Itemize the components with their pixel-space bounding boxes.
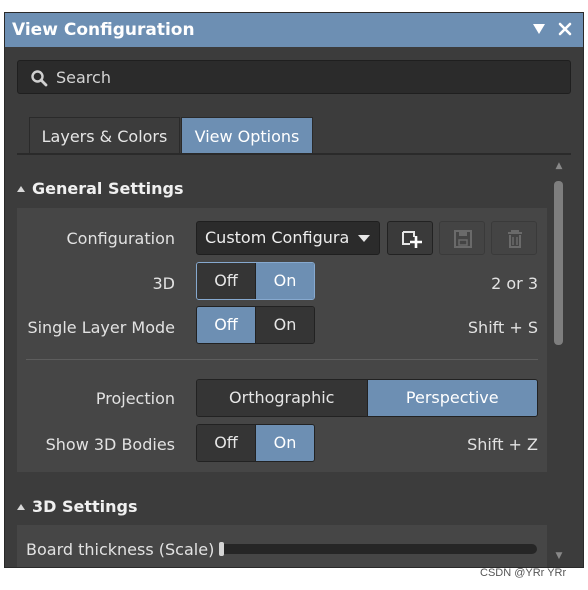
settings-3d-header[interactable]: 3D Settings <box>17 497 138 516</box>
collapse-caret-icon <box>17 186 25 192</box>
vertical-scrollbar[interactable]: ▲ ▼ <box>551 161 567 561</box>
general-settings-title: General Settings <box>32 179 184 198</box>
search-placeholder: Search <box>56 68 111 87</box>
panel-menu-dropdown-icon[interactable] <box>529 18 549 40</box>
add-configuration-button[interactable] <box>387 221 433 255</box>
tab-view-options[interactable]: View Options <box>181 117 313 154</box>
save-icon <box>454 230 472 248</box>
chevron-down-icon <box>358 235 370 242</box>
board-thickness-slider-thumb[interactable] <box>219 542 224 556</box>
single-layer-off[interactable]: Off <box>197 307 255 343</box>
show-3d-bodies-toggle[interactable]: Off On <box>196 424 315 462</box>
mode-3d-on[interactable]: On <box>255 263 314 299</box>
mode-3d-toggle[interactable]: Off On <box>196 262 315 300</box>
show-3d-bodies-on[interactable]: On <box>255 425 314 461</box>
configuration-dropdown[interactable]: Custom Configura <box>196 221 380 255</box>
close-icon[interactable] <box>555 18 575 40</box>
show-3d-bodies-shortcut: Shift + Z <box>467 435 538 454</box>
mode-3d-label: 3D <box>152 274 176 293</box>
settings-divider <box>26 359 538 360</box>
panel-titlebar[interactable]: View Configuration <box>5 13 583 47</box>
tabs-divider <box>17 153 571 155</box>
projection-perspective[interactable]: Perspective <box>366 380 537 416</box>
show-3d-bodies-label: Show 3D Bodies <box>45 435 175 454</box>
board-thickness-label: Board thickness (Scale) <box>26 540 215 559</box>
mode-3d-shortcut: 2 or 3 <box>491 274 538 293</box>
general-settings-header[interactable]: General Settings <box>17 179 184 198</box>
scroll-down-icon[interactable]: ▼ <box>554 551 564 561</box>
tab-layers-colors[interactable]: Layers & Colors <box>29 117 180 154</box>
projection-toggle[interactable]: Orthographic Perspective <box>196 379 538 417</box>
single-layer-mode-toggle[interactable]: Off On <box>196 306 315 344</box>
board-thickness-slider[interactable] <box>219 544 537 554</box>
panel-title: View Configuration <box>12 20 195 40</box>
single-layer-shortcut: Shift + S <box>467 318 538 337</box>
mode-3d-off[interactable]: Off <box>197 263 255 299</box>
view-configuration-panel: View Configuration Search Layers & Color… <box>4 12 584 568</box>
delete-configuration-button[interactable] <box>491 221 537 255</box>
search-icon <box>31 70 48 87</box>
projection-label: Projection <box>95 389 175 408</box>
single-layer-mode-label: Single Layer Mode <box>27 318 175 337</box>
trash-icon <box>508 230 522 248</box>
single-layer-on[interactable]: On <box>255 307 314 343</box>
collapse-caret-icon <box>17 504 25 510</box>
save-configuration-button[interactable] <box>439 221 485 255</box>
show-3d-bodies-off[interactable]: Off <box>197 425 255 461</box>
configuration-label: Configuration <box>66 229 175 248</box>
configuration-value: Custom Configura <box>205 228 350 247</box>
projection-orthographic[interactable]: Orthographic <box>197 380 367 416</box>
watermark: CSDN @YRr YRr <box>480 567 567 579</box>
add-config-icon <box>402 231 422 248</box>
settings-3d-title: 3D Settings <box>32 497 138 516</box>
scroll-up-icon[interactable]: ▲ <box>554 161 564 171</box>
scroll-thumb[interactable] <box>554 181 563 345</box>
search-input[interactable]: Search <box>17 60 571 94</box>
